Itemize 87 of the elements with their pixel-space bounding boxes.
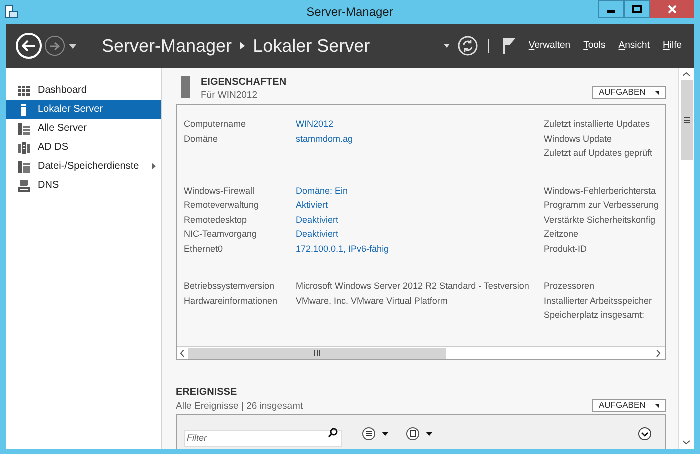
scroll-up-icon[interactable] (683, 72, 690, 77)
filter-field[interactable]: Filter (184, 430, 342, 446)
property-label: Windows-Fehlerberichtersta (544, 184, 658, 198)
grip-icon (684, 116, 690, 124)
grid-icon (18, 84, 30, 96)
tasks-dropdown[interactable]: AUFGABEN (592, 399, 666, 412)
back-arrow-icon (22, 40, 36, 52)
property-label: Betriebssystemversion (184, 280, 276, 293)
scrollbar-thumb[interactable] (188, 348, 446, 358)
scroll-down-icon[interactable] (683, 440, 690, 445)
property-value: VMware, Inc. VMware Virtual Platform (296, 294, 449, 308)
property-link[interactable]: WIN2012 (296, 117, 544, 132)
property-label: Domäne (184, 132, 220, 146)
breadcrumb-item[interactable]: Lokaler Server (253, 32, 370, 60)
property-label: Verstärkte Sicherheitskonfig (544, 214, 657, 227)
breadcrumb-separator-icon (240, 42, 246, 50)
property-label: Hardwareinformationen (184, 294, 279, 308)
caret-icon[interactable] (69, 44, 77, 48)
server-icon (18, 122, 30, 134)
vertical-scrollbar[interactable] (678, 68, 694, 449)
scrollbar-thumb[interactable] (680, 80, 692, 160)
menu-item[interactable]: Tools (584, 38, 606, 54)
save-options-icon[interactable] (406, 427, 433, 441)
property-label: Windows-Firewall (184, 184, 256, 198)
scroll-right-icon[interactable] (656, 350, 661, 356)
grip-icon (314, 350, 320, 356)
minimize-button[interactable] (598, 0, 624, 18)
sidebar-item[interactable]: Dashboard (6, 81, 161, 100)
expand-arrow-icon[interactable] (152, 163, 156, 170)
property-link[interactable]: Domäne: Ein (296, 184, 544, 198)
app-icon (5, 5, 19, 19)
property-link[interactable]: Deaktiviert (296, 212, 544, 227)
back-button[interactable] (16, 33, 42, 59)
section-title: EREIGNISSE (176, 386, 238, 400)
scroll-left-icon[interactable] (180, 350, 185, 356)
flag-icon[interactable] (502, 37, 517, 55)
caret-icon (654, 404, 659, 408)
property-label: NIC-Teamvorgang (184, 228, 258, 241)
expand-icon[interactable] (638, 427, 652, 441)
property-label: Zuletzt auf Updates geprüft (544, 147, 654, 160)
sidebar-item[interactable]: DNS (6, 176, 161, 195)
forward-button[interactable] (45, 36, 65, 56)
breadcrumb-item[interactable]: Server-Manager (102, 32, 232, 60)
property-label: Installierter Arbeitsspeicher (544, 294, 654, 308)
menu-item[interactable]: Ansicht (618, 38, 650, 54)
property-link[interactable]: Aktiviert (296, 198, 544, 212)
horizontal-scrollbar[interactable] (177, 346, 665, 359)
section-subtitle: Für WIN2012 (201, 90, 258, 102)
close-icon (668, 4, 676, 14)
menu-item[interactable]: Hilfe (662, 38, 682, 54)
property-link[interactable]: Deaktiviert (296, 227, 544, 242)
caret-icon (654, 90, 659, 94)
property-label: Computername (184, 118, 248, 131)
menu-item[interactable]: Verwalten (528, 38, 571, 54)
sidebar-item[interactable]: Alle Server (6, 119, 161, 138)
list-options-icon[interactable] (362, 427, 389, 441)
property-label: Produkt-ID (544, 242, 588, 256)
server-icon (18, 160, 30, 172)
section-subtitle: Alle Ereignisse | 26 insgesamt (176, 400, 304, 413)
property-label: Prozessoren (544, 280, 596, 293)
property-link[interactable]: 172.100.0.1, IPv6-fähig (296, 242, 544, 256)
close-button[interactable] (650, 0, 694, 18)
property-label: Speicherplatz insgesamt: (544, 309, 646, 322)
property-label: Windows Update (544, 132, 614, 146)
sidebar-item[interactable]: AD DS (6, 138, 161, 157)
network-icon (18, 180, 30, 192)
sidebar-item[interactable]: Lokaler Server (6, 100, 161, 119)
property-label: Remoteverwaltung (184, 199, 260, 212)
maximize-icon (632, 5, 642, 13)
tasks-dropdown[interactable]: AUFGABEN (592, 86, 666, 99)
section-title: EIGENSCHAFTEN (201, 76, 287, 90)
property-label: Remotedesktop (184, 214, 248, 227)
refresh-icon[interactable] (458, 36, 478, 56)
property-value: Microsoft Windows Server 2012 R2 Standard - Testversion (296, 280, 530, 293)
property-label: Ethernet0 (184, 242, 224, 256)
forward-arrow-icon (50, 42, 60, 50)
server-icon (181, 76, 190, 98)
sidebar-item[interactable]: Datei-/Speicherdienste (6, 157, 161, 176)
maximize-button[interactable] (624, 0, 650, 18)
search-icon[interactable] (328, 428, 338, 438)
property-label: Programm zur Verbesserung (544, 199, 660, 212)
caret-icon[interactable] (444, 44, 450, 48)
property-label: Zeitzone (544, 228, 580, 241)
property-label: Zuletzt installierte Updates (544, 118, 652, 131)
server-icon (18, 142, 30, 154)
window-title: Server-Manager (306, 4, 394, 21)
property-link[interactable]: stammdom.ag (296, 132, 544, 146)
